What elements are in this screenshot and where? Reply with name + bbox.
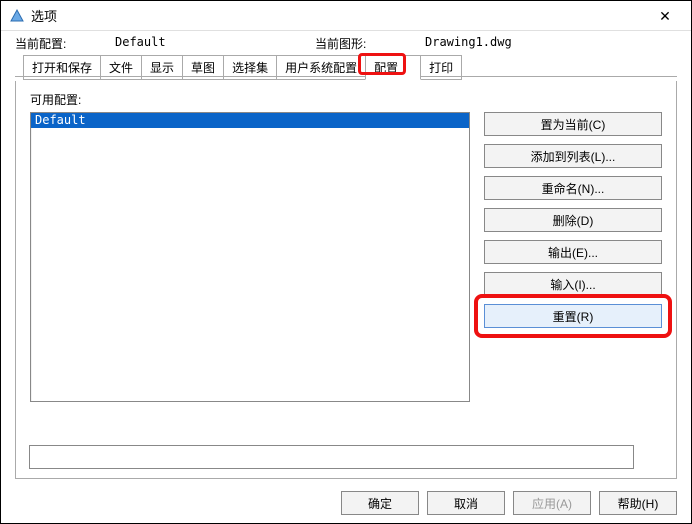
add-to-list-button[interactable]: 添加到列表(L)... — [484, 144, 662, 168]
reset-wrap: 重置(R) — [484, 304, 662, 328]
title-bar: 选项 ✕ — [1, 1, 691, 31]
rename-button[interactable]: 重命名(N)... — [484, 176, 662, 200]
tab-profile[interactable]: 配置 — [365, 55, 421, 80]
info-row: 当前配置: Default 当前图形: Drawing1.dwg — [1, 31, 691, 56]
apply-button[interactable]: 应用(A) — [513, 491, 591, 515]
close-button[interactable]: ✕ — [645, 1, 685, 31]
cancel-button[interactable]: 取消 — [427, 491, 505, 515]
current-profile-value: Default — [115, 35, 315, 52]
ok-button[interactable]: 确定 — [341, 491, 419, 515]
tab-strip: 打开和保存 文件 显示 草图 选择集 用户系统配置 配置 打印 — [1, 56, 691, 78]
current-drawing-label: 当前图形: — [315, 35, 425, 52]
tab-content: 可用配置: Default 置为当前(C) 添加到列表(L)... 重命名(N)… — [15, 81, 677, 479]
delete-button[interactable]: 删除(D) — [484, 208, 662, 232]
help-button[interactable]: 帮助(H) — [599, 491, 677, 515]
current-drawing-value: Drawing1.dwg — [425, 35, 512, 52]
current-profile-label: 当前配置: — [15, 35, 115, 52]
list-item[interactable]: Default — [31, 113, 469, 128]
set-current-button[interactable]: 置为当前(C) — [484, 112, 662, 136]
import-button[interactable]: 输入(I)... — [484, 272, 662, 296]
lower-input-area[interactable] — [29, 445, 634, 469]
dialog-footer: 确定 取消 应用(A) 帮助(H) — [341, 491, 677, 515]
reset-button[interactable]: 重置(R) — [484, 304, 662, 328]
export-button[interactable]: 输出(E)... — [484, 240, 662, 264]
profiles-listbox[interactable]: Default — [30, 112, 470, 402]
tab-baseline — [15, 76, 677, 77]
available-profiles-label: 可用配置: — [30, 91, 662, 108]
window-title: 选项 — [31, 6, 57, 25]
app-icon — [9, 8, 25, 24]
side-buttons: 置为当前(C) 添加到列表(L)... 重命名(N)... 删除(D) 输出(E… — [484, 112, 662, 402]
